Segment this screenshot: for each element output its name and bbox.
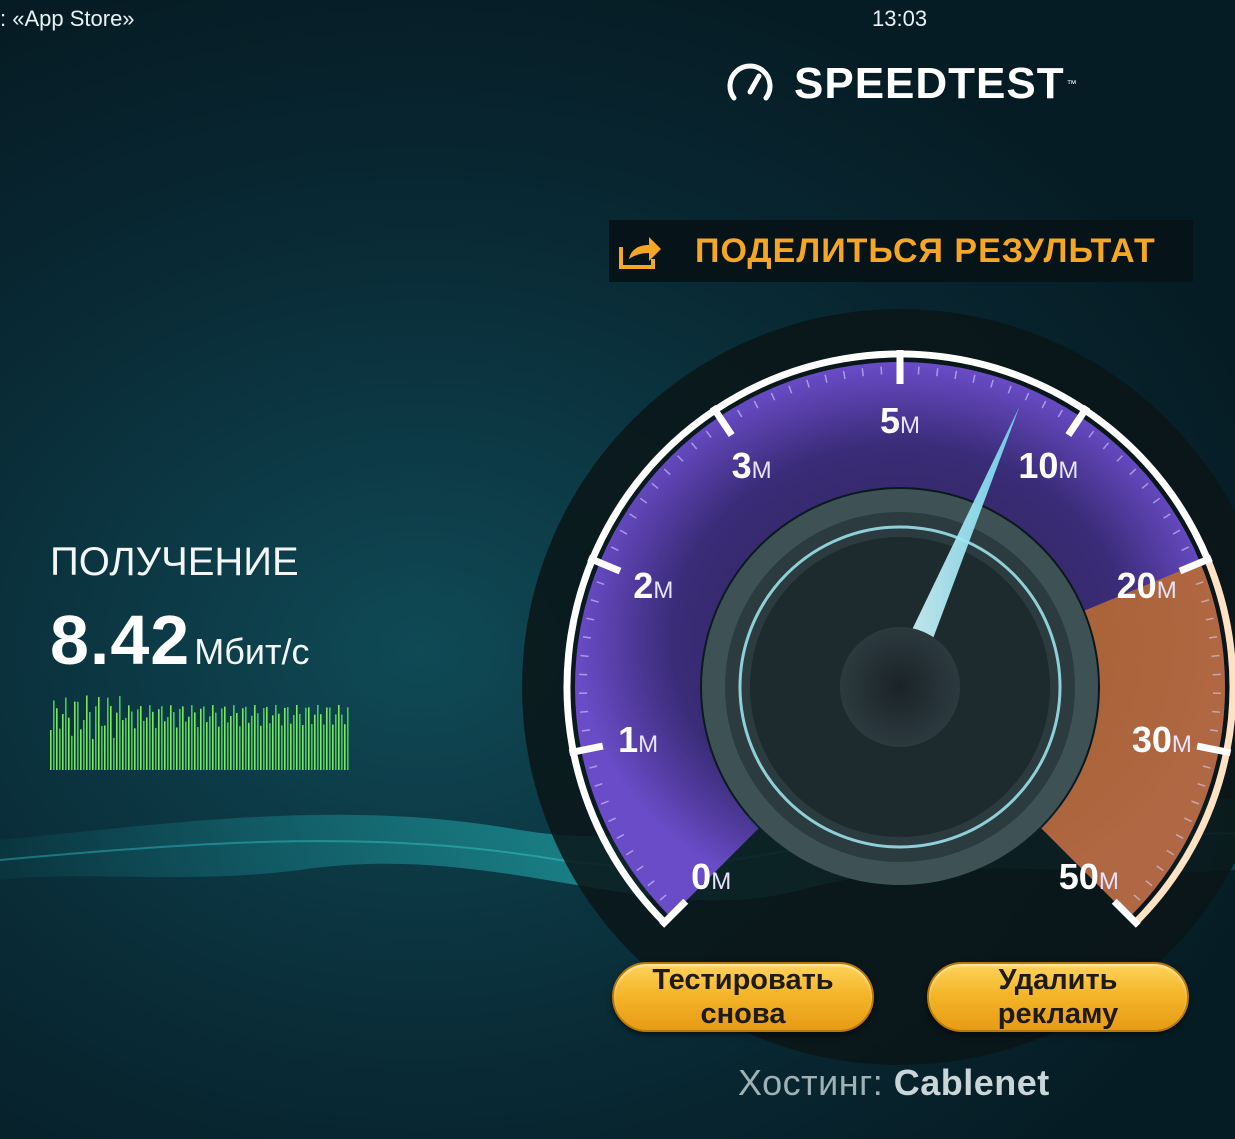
remove-ads-button[interactable]: Удалить рекламу: [927, 962, 1189, 1032]
gauge-tick-suffix: M: [1058, 457, 1078, 484]
gauge-tick-number: 0: [691, 856, 711, 897]
gauge-minor-tick: [579, 710, 589, 713]
host-name: Cablenet: [893, 1062, 1050, 1103]
gauge-tick-suffix: M: [752, 457, 772, 484]
test-again-label-line2: снова: [700, 998, 786, 1030]
gauge-tick-suffix: M: [638, 731, 658, 758]
gauge-tick-number: 30: [1132, 719, 1172, 760]
remove-ads-label-line1: Удалить: [998, 964, 1118, 996]
gauge-tick-suffix: M: [653, 577, 673, 604]
test-again-button[interactable]: Тестировать снова: [612, 962, 874, 1032]
gauge-minor-tick: [861, 368, 864, 377]
gauge-minor-tick: [580, 654, 589, 658]
gauge-tick-suffix: M: [900, 412, 920, 439]
remove-ads-label-line2: рекламу: [997, 998, 1119, 1030]
gauge-tick-number: 10: [1018, 445, 1058, 486]
gauge-minor-tick: [1211, 710, 1221, 713]
gauge-tick-number: 50: [1059, 856, 1099, 897]
gauge-tick-suffix: M: [1099, 868, 1119, 895]
gauge-tick-number: 20: [1117, 565, 1157, 606]
gauge-tick-suffix: M: [1157, 577, 1177, 604]
host-info: Хостинг: Cablenet: [738, 1062, 1050, 1104]
gauge-minor-tick: [936, 368, 939, 377]
gauge-tick-number: 1: [618, 719, 638, 760]
test-again-label-line1: Тестировать: [652, 964, 834, 996]
gauge-hub: [840, 627, 960, 747]
gauge-tick-number: 2: [633, 565, 653, 606]
gauge-tick-suffix: M: [711, 868, 731, 895]
gauge-tick-suffix: M: [1172, 731, 1192, 758]
host-label: Хостинг:: [738, 1062, 884, 1103]
gauge-tick-number: 5: [880, 400, 900, 441]
gauge-minor-tick: [1211, 654, 1220, 658]
gauge-tick-number: 3: [732, 445, 752, 486]
